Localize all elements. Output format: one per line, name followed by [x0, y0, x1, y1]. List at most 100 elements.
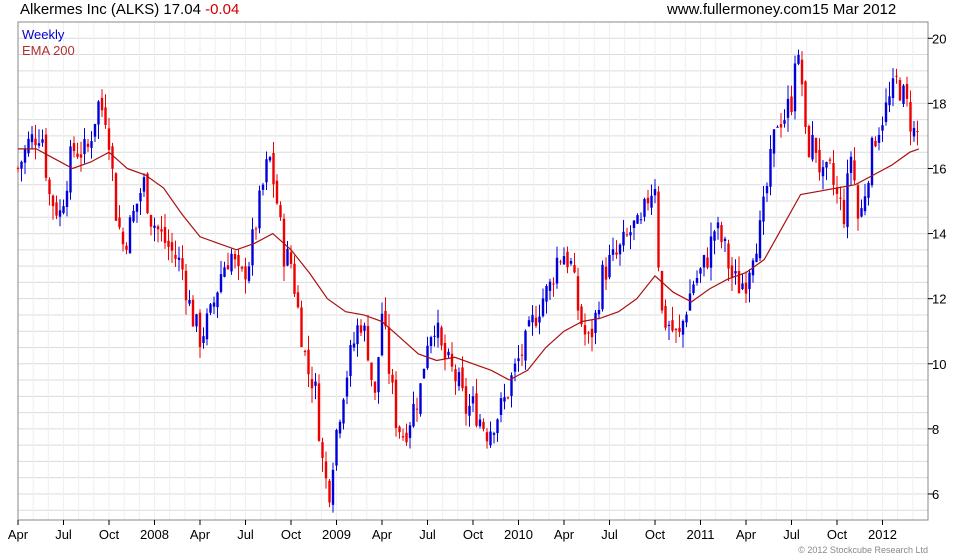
candle-body [870, 137, 874, 186]
candle-body [307, 349, 310, 375]
candle-body [800, 59, 804, 85]
candle-body [814, 137, 818, 153]
candle-body [265, 159, 268, 183]
candle-body [447, 351, 450, 356]
candle-body [433, 335, 436, 337]
candle-body [832, 163, 835, 185]
candle-body [20, 161, 23, 169]
candle-body [608, 254, 611, 278]
candle-body [338, 421, 342, 434]
candle-body [657, 191, 660, 268]
candle-body [881, 125, 884, 131]
candle-body [69, 146, 72, 193]
candle-body [618, 244, 622, 255]
candle-body [223, 267, 226, 277]
candle-body [744, 282, 748, 294]
candle-body [660, 270, 664, 311]
candle-body [100, 97, 104, 111]
candle-body [583, 325, 587, 335]
candle-body [499, 398, 503, 415]
candle-body [702, 255, 706, 268]
price-chart: 6 8 10 12 14 16 18 20 Apr Jul Oct 2008 Apr Jul Oct 2009… [8, 21, 946, 542]
x-tick-label: Oct [99, 527, 120, 542]
candle-body [401, 436, 405, 438]
candle-body [912, 128, 916, 137]
candle-body [37, 143, 41, 146]
candle-body [562, 256, 566, 265]
candle-body [478, 419, 482, 427]
candle-body [79, 154, 83, 158]
candle-body [601, 264, 604, 310]
candle-body [548, 281, 552, 291]
candle-body [755, 253, 758, 262]
candle-body [545, 286, 548, 302]
candle-body [692, 284, 695, 294]
candle-body [489, 431, 492, 446]
candle-body [797, 54, 800, 64]
candle-body [629, 232, 632, 236]
legend-weekly: Weekly [22, 27, 65, 42]
candle-body [216, 292, 219, 308]
candle-body [846, 173, 849, 228]
candle-body [450, 353, 454, 367]
candle-body [534, 317, 538, 326]
candle-body [97, 101, 100, 125]
x-tick-label: 2009 [322, 527, 351, 542]
candle-body [181, 258, 184, 270]
candle-body [289, 252, 293, 264]
candle-body [454, 369, 457, 382]
candle-body [356, 325, 359, 345]
candle-body [464, 386, 468, 414]
candle-body [111, 146, 114, 169]
candle-body [142, 177, 146, 192]
candle-body [492, 433, 496, 435]
x-tick-label: Jul [783, 527, 800, 542]
candle-body [121, 231, 125, 245]
candle-body [874, 140, 877, 147]
candle-body [905, 83, 909, 99]
legend-ema: EMA 200 [22, 43, 75, 58]
candle-body [380, 313, 384, 356]
candle-body [177, 257, 181, 260]
candle-body [335, 429, 338, 466]
candle-body [328, 480, 331, 503]
candle-body [457, 372, 461, 387]
candle-body [790, 96, 793, 113]
candle-body [779, 124, 783, 128]
candle-body [107, 128, 111, 150]
candle-body [555, 257, 559, 284]
candle-body [83, 139, 86, 155]
candle-body [160, 229, 163, 232]
candle-body [195, 314, 198, 327]
candle-body [300, 307, 303, 348]
candle-body [303, 350, 307, 352]
candle-body [818, 149, 821, 173]
candle-body [125, 245, 128, 250]
candle-body [706, 257, 709, 268]
x-tick-label: 2008 [140, 527, 169, 542]
candle-body [748, 272, 751, 290]
y-tick-label: 12 [932, 292, 946, 307]
candle-body [226, 265, 230, 270]
x-tick-label: Apr [190, 527, 211, 542]
candle-body [76, 153, 79, 157]
candle-body [807, 126, 811, 157]
candle-body [387, 327, 391, 374]
candle-body [576, 276, 580, 311]
candle-body [352, 343, 356, 348]
candle-body [828, 159, 832, 161]
candle-body [727, 243, 730, 269]
candle-body [552, 283, 555, 285]
candle-body [916, 131, 919, 133]
candle-body [422, 368, 426, 379]
candle-body [723, 238, 727, 242]
candle-body [279, 205, 282, 218]
candle-body [296, 292, 300, 308]
candle-body [191, 299, 195, 327]
candle-body [538, 316, 541, 323]
candle-body [156, 226, 160, 230]
candle-body [765, 186, 769, 194]
candle-body [321, 442, 324, 458]
candle-body [233, 253, 237, 260]
candle-body [632, 220, 636, 228]
